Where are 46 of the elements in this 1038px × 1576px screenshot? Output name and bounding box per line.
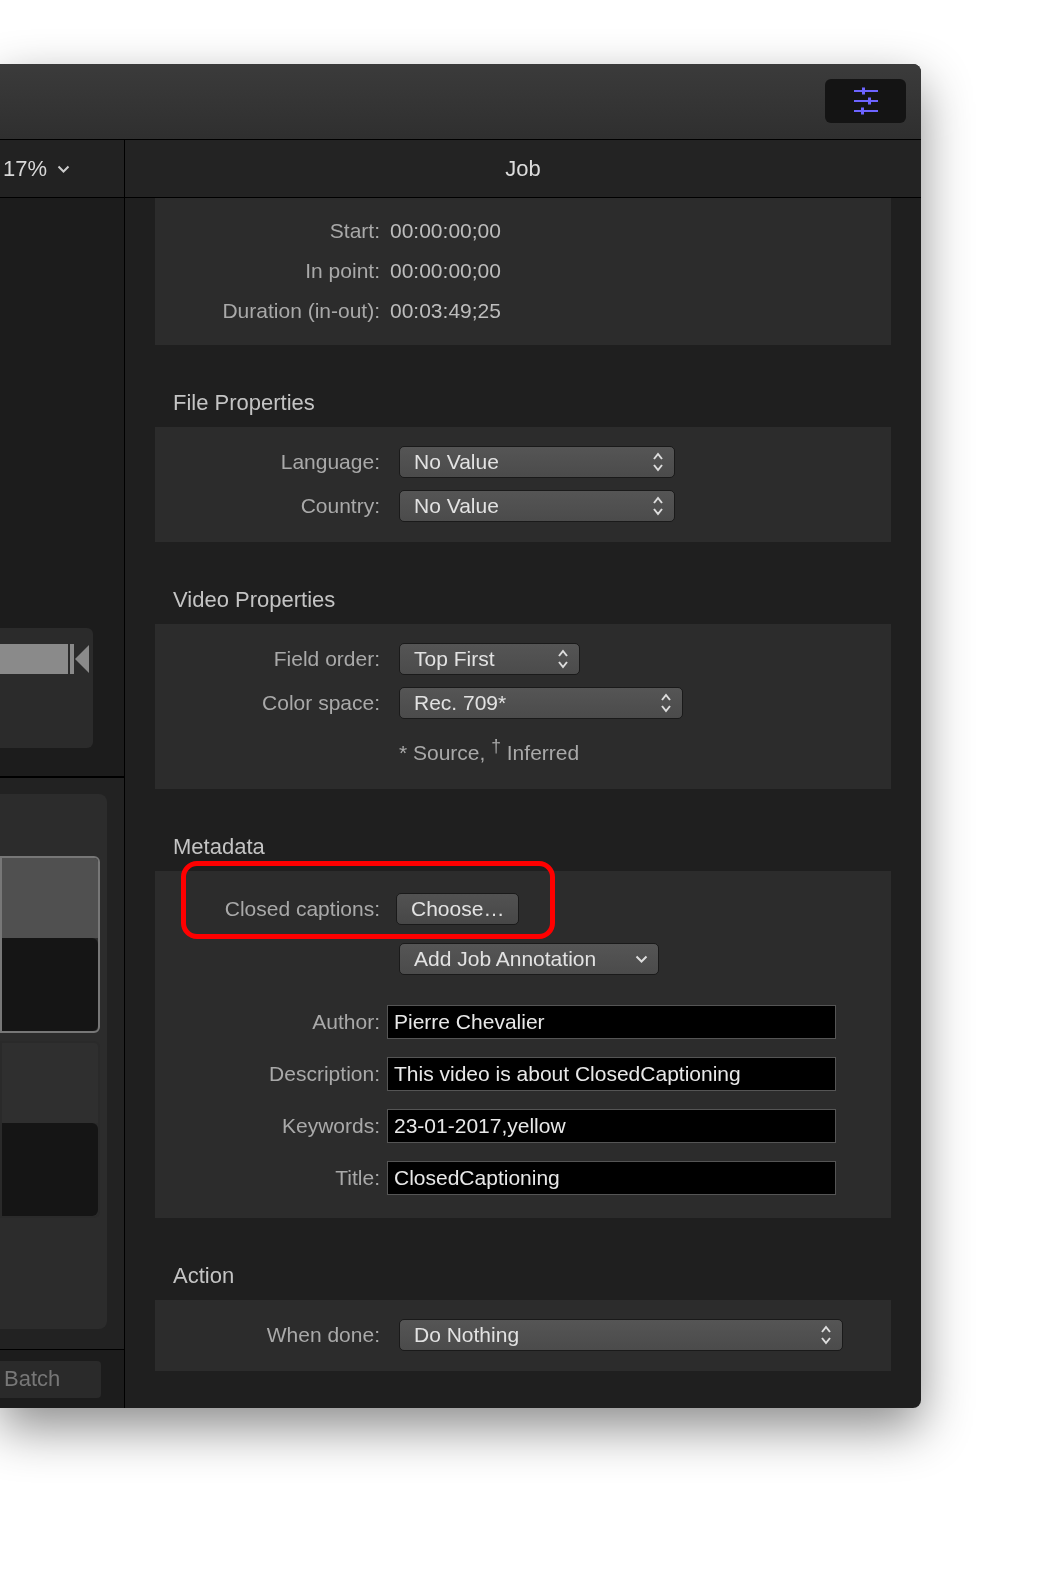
section-title: Action xyxy=(172,1262,236,1290)
field-label: Start: xyxy=(328,219,380,243)
chevron-down-icon xyxy=(635,955,648,963)
field-label: In point: xyxy=(304,259,380,283)
timecode-value: 00:00:00;00 xyxy=(390,259,502,283)
choose-button[interactable]: Choose… xyxy=(396,893,520,925)
field-label: Duration (in-out): xyxy=(221,299,380,323)
scrubber-bar xyxy=(0,644,68,674)
stepper-icon xyxy=(557,648,569,670)
field-label: Field order: xyxy=(272,647,380,671)
panel-title: Job xyxy=(505,155,541,182)
popup-menu[interactable]: Do Nothing xyxy=(399,1319,843,1351)
popup-menu[interactable]: No Value xyxy=(399,446,675,478)
field-label: When done: xyxy=(265,1323,380,1347)
clip-card[interactable] xyxy=(0,856,100,1033)
popup-menu[interactable]: Rec. 709* xyxy=(399,687,683,719)
chevron-down-icon xyxy=(57,164,71,173)
section-title: Metadata xyxy=(172,833,266,861)
section-title: File Properties xyxy=(172,389,316,417)
text-field[interactable]: ClosedCaptioning xyxy=(387,1161,836,1195)
stepper-icon xyxy=(660,692,672,714)
section-title: Video Properties xyxy=(172,586,337,614)
timecode-value: 00:03:49;25 xyxy=(390,299,502,323)
field-label: Description: xyxy=(268,1062,380,1086)
popup-menu[interactable]: No Value xyxy=(399,490,675,522)
field-label: Keywords: xyxy=(280,1114,380,1138)
field-label: Country: xyxy=(299,494,380,518)
popup-menu[interactable]: Top First xyxy=(399,643,580,675)
legend-note: * Source, $^{†}$ Inferred xyxy=(399,735,581,765)
field-label: Language: xyxy=(279,450,380,474)
stepper-icon xyxy=(652,451,664,473)
text-field[interactable]: This video is about ClosedCaptioning xyxy=(387,1057,836,1091)
field-label: Author: xyxy=(311,1010,380,1034)
field-label: Title: xyxy=(334,1166,380,1190)
annotation-menu[interactable]: Add Job Annotation xyxy=(399,943,659,975)
field-label: Closed captions: xyxy=(223,897,380,921)
text-field[interactable]: Pierre Chevalier xyxy=(387,1005,836,1039)
field-label: Color space: xyxy=(261,691,380,715)
marker-icon xyxy=(70,644,90,674)
stepper-icon xyxy=(652,495,664,517)
stepper-icon xyxy=(820,1324,832,1346)
batch-button[interactable]: Batch xyxy=(0,1360,101,1398)
text-field[interactable]: 23-01-2017,yellow xyxy=(387,1109,836,1143)
timecode-value: 00:00:00;00 xyxy=(390,219,502,243)
inspector-toggle-button[interactable] xyxy=(825,79,906,123)
sliders-icon xyxy=(852,87,879,115)
